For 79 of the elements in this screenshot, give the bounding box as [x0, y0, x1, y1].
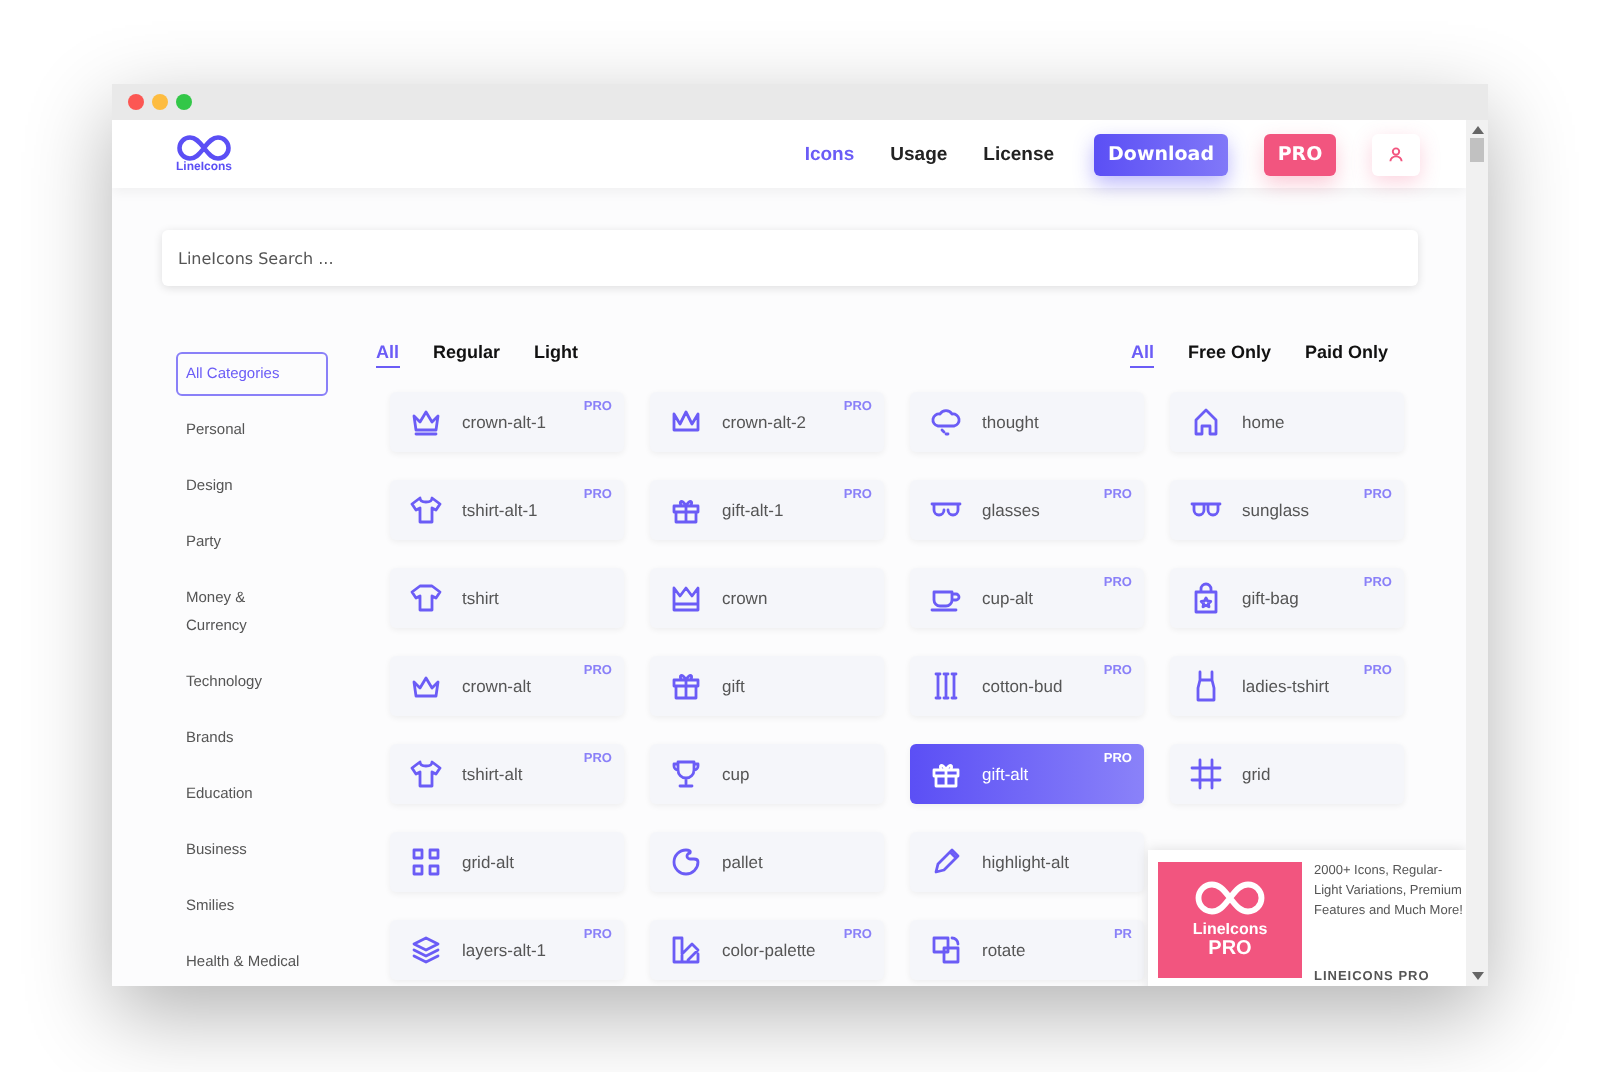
- icon-name: pallet: [722, 852, 763, 872]
- icon-name: tshirt-alt: [462, 764, 523, 784]
- style-tab[interactable]: Regular: [433, 342, 501, 368]
- cloud-icon: [930, 406, 962, 438]
- icon-tile[interactable]: tshirt: [390, 568, 624, 628]
- tshirt-icon: [410, 758, 442, 790]
- nav-link[interactable]: Usage: [890, 143, 948, 165]
- palette-icon: [670, 846, 702, 878]
- icon-name: gift-alt-1: [722, 500, 784, 520]
- cotton-swab-icon: [930, 670, 962, 702]
- gift-icon: [670, 670, 702, 702]
- icon-name: highlight-alt: [982, 852, 1069, 872]
- icon-name: crown-alt: [462, 676, 531, 696]
- icon-tile[interactable]: cup: [650, 744, 884, 804]
- promo-logo-text: LineIcons: [1192, 920, 1268, 938]
- pencil-icon: [930, 846, 962, 878]
- icon-name: ladies-tshirt: [1242, 676, 1329, 696]
- scrollbar[interactable]: [1466, 120, 1488, 986]
- gift-icon: [930, 758, 962, 790]
- icon-name: crown-alt-1: [462, 412, 547, 432]
- icon-name: cup-alt: [982, 588, 1034, 608]
- tshirt-icon: [410, 494, 442, 526]
- icon-tile[interactable]: grid: [1170, 744, 1404, 804]
- user-button[interactable]: [1372, 133, 1420, 175]
- grid-icon: [1190, 758, 1222, 790]
- icon-tile[interactable]: thought: [910, 392, 1144, 452]
- icon-tile[interactable]: grid-alt: [390, 832, 624, 892]
- scrollbar-thumb[interactable]: [1470, 138, 1484, 162]
- icon-name: home: [1242, 412, 1285, 432]
- nav-link[interactable]: License: [983, 143, 1055, 165]
- color-palette-icon: [670, 934, 702, 966]
- icon-tile[interactable]: gift: [650, 656, 884, 716]
- icon-name: sunglass: [1242, 500, 1310, 520]
- icon-name: gift-alt: [982, 764, 1029, 784]
- nav-link[interactable]: Icons: [804, 143, 855, 165]
- price-tab[interactable]: Free Only: [1187, 342, 1271, 368]
- grid-squares-icon: [410, 846, 442, 878]
- trophy-icon: [670, 758, 702, 790]
- download-button[interactable]: Download: [1094, 133, 1228, 175]
- icon-name: gift-bag: [1242, 588, 1299, 608]
- icon-name: grid-alt: [462, 852, 514, 872]
- close-button[interactable]: [128, 94, 144, 110]
- user-icon: [1388, 146, 1404, 162]
- shopping-bag-icon: [1190, 582, 1222, 614]
- tshirt-icon: [410, 582, 442, 614]
- promo-pro-text: PRO: [1208, 938, 1252, 960]
- gift-icon: [670, 494, 702, 526]
- icon-name: tshirt-alt-1: [462, 500, 538, 520]
- style-tab[interactable]: Light: [534, 342, 579, 368]
- style-tab[interactable]: All: [376, 342, 400, 368]
- search-field[interactable]: LineIcons Search ...: [162, 230, 1418, 286]
- icon-name: cotton-bud: [982, 676, 1063, 696]
- icon-name: gift: [722, 676, 745, 696]
- icon-name: crown-alt-2: [722, 412, 807, 432]
- infinity-logo-icon[interactable]: [176, 134, 232, 162]
- minimize-button[interactable]: [152, 94, 168, 110]
- icon-tile[interactable]: pallet: [650, 832, 884, 892]
- infinity-logo-icon: [1194, 880, 1266, 916]
- icon-name: thought: [982, 412, 1039, 432]
- crown-icon: [670, 582, 702, 614]
- icon-name: glasses: [982, 500, 1040, 520]
- icon-tile[interactable]: highlight-alt: [910, 832, 1144, 892]
- layers-icon: [410, 934, 442, 966]
- maximize-button[interactable]: [176, 94, 192, 110]
- icon-name: crown: [722, 588, 768, 608]
- crown-icon: [410, 406, 442, 438]
- icon-name: color-palette: [722, 940, 816, 960]
- house-icon: [1190, 406, 1222, 438]
- rotate-icon: [930, 934, 962, 966]
- icon-name: grid: [1242, 764, 1271, 784]
- icon-name: layers-alt-1: [462, 940, 547, 960]
- scroll-down-arrow-icon[interactable]: [1471, 972, 1483, 980]
- icon-name: cup: [722, 764, 750, 784]
- price-tab[interactable]: Paid Only: [1304, 342, 1388, 368]
- icon-tile[interactable]: crown: [650, 568, 884, 628]
- icon-tile[interactable]: home: [1170, 392, 1404, 452]
- icon-name: rotate: [982, 940, 1026, 960]
- icon-name: tshirt: [462, 588, 499, 608]
- price-tab[interactable]: All: [1130, 342, 1154, 368]
